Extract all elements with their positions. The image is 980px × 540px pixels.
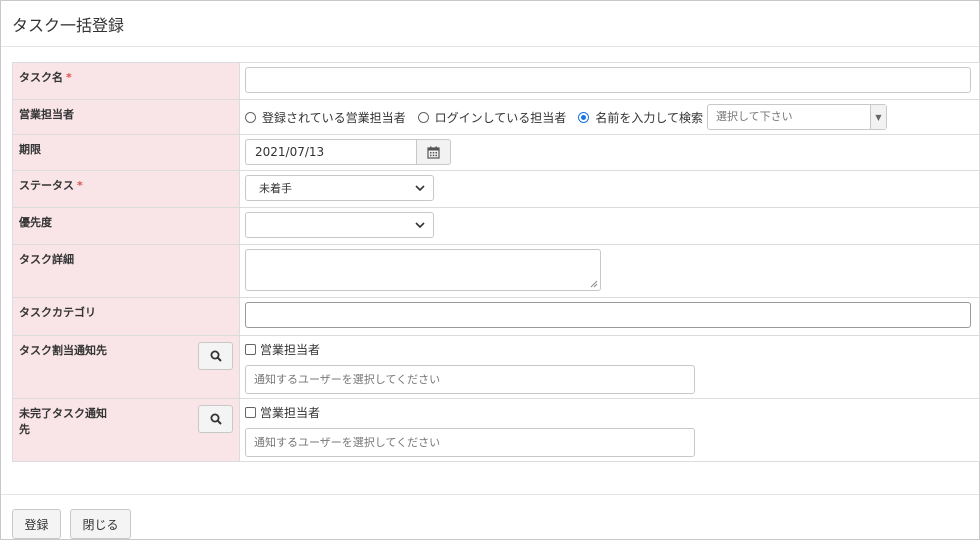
task-category-input[interactable] [245, 302, 971, 328]
task-form: タスク名 * 営業担当者 登録されている営業担当者 ログインしている担当者 名前… [12, 62, 980, 462]
dropdown-arrow-icon[interactable]: ▼ [869, 105, 886, 129]
priority-select[interactable] [245, 212, 434, 238]
row-priority: 優先度 [12, 207, 980, 245]
incomplete-notify-search-button[interactable] [198, 405, 233, 433]
incomplete-notify-checkbox[interactable] [245, 406, 256, 418]
radio-circle-selected[interactable] [578, 111, 590, 123]
row-status: ステータス * 未着手 [12, 170, 980, 208]
row-task-category: タスクカテゴリ [12, 297, 980, 336]
incomplete-notify-user-input[interactable]: 通知するユーザーを選択してください [245, 428, 695, 457]
assign-notify-checkbox[interactable] [245, 343, 256, 355]
sales-owner-label: 営業担当者 [19, 108, 74, 121]
radio-registered-owner[interactable]: 登録されている営業担当者 [245, 109, 406, 126]
row-incomplete-notify: 未完了タスク通知 先 営業担当者 通知するユーザーを選択してください [12, 398, 980, 462]
incomplete-notify-label-line2: 先 [19, 423, 30, 436]
close-button[interactable]: 閉じる [70, 509, 131, 539]
owner-search-combobox[interactable]: 選択して下さい ▼ [706, 104, 887, 130]
task-name-label: タスク名 [19, 71, 63, 84]
chevron-down-icon [415, 185, 425, 191]
status-select[interactable]: 未着手 [245, 175, 434, 201]
task-category-label: タスクカテゴリ [19, 306, 96, 319]
label-cell: タスク詳細 [12, 244, 240, 298]
checkbox-label: 営業担当者 [260, 405, 321, 420]
register-button[interactable]: 登録 [12, 509, 61, 539]
label-cell: タスク割当通知先 [12, 335, 240, 399]
label-cell: ステータス * [12, 170, 240, 208]
row-task-name: タスク名 * [12, 62, 980, 100]
assign-notify-checkbox-row: 営業担当者 [245, 340, 974, 358]
required-mark: * [66, 71, 72, 84]
radio-label: 登録されている営業担当者 [262, 110, 406, 125]
value-cell: 登録されている営業担当者 ログインしている担当者 名前を入力して検索 選択して下… [239, 99, 980, 135]
value-cell [239, 62, 980, 100]
due-date-label: 期限 [19, 143, 41, 156]
radio-label: 名前を入力して検索 [595, 110, 703, 125]
task-name-input[interactable] [245, 67, 971, 93]
search-icon [210, 350, 222, 362]
dialog-header: タスク一括登録 [1, 1, 979, 47]
incomplete-notify-label-line1: 未完了タスク通知 [19, 407, 107, 420]
task-detail-textarea[interactable] [245, 249, 601, 291]
value-cell: 未着手 [239, 170, 980, 208]
required-mark: * [77, 179, 83, 192]
radio-label: ログインしている担当者 [434, 110, 567, 125]
radio-logged-in-owner[interactable]: ログインしている担当者 [417, 109, 567, 126]
radio-search-by-name[interactable]: 名前を入力して検索 [578, 109, 703, 126]
status-label: ステータス [19, 179, 74, 192]
radio-circle[interactable] [417, 111, 429, 123]
calendar-icon [427, 146, 440, 159]
sales-owner-radio-group: 登録されている営業担当者 ログインしている担当者 名前を入力して検索 選択して下… [245, 104, 974, 130]
calendar-button[interactable] [416, 139, 451, 165]
assign-notify-user-input[interactable]: 通知するユーザーを選択してください [245, 365, 695, 394]
assign-notify-label: タスク割当通知先 [19, 344, 107, 357]
label-cell: 期限 [12, 134, 240, 171]
row-assign-notify: タスク割当通知先 営業担当者 通知するユーザーを選択してください [12, 335, 980, 399]
label-cell: 営業担当者 [12, 99, 240, 135]
row-task-detail: タスク詳細 [12, 244, 980, 298]
radio-circle[interactable] [245, 111, 256, 123]
incomplete-notify-checkbox-row: 営業担当者 [245, 403, 974, 421]
value-cell [239, 244, 980, 298]
due-date-picker: 2021/07/13 [245, 139, 451, 165]
due-date-input[interactable]: 2021/07/13 [245, 139, 416, 165]
label-cell: 未完了タスク通知 先 [12, 398, 240, 462]
assign-notify-search-button[interactable] [198, 342, 233, 370]
chevron-down-icon [415, 222, 425, 228]
dialog-window: タスク一括登録 タスク名 * 営業担当者 登録されている営業担当者 ログインして… [0, 0, 980, 540]
combobox-placeholder: 選択して下さい [715, 110, 793, 123]
label-cell: 優先度 [12, 207, 240, 245]
value-cell: 2021/07/13 [239, 134, 980, 171]
status-selected-value: 未着手 [259, 182, 292, 195]
row-sales-owner: 営業担当者 登録されている営業担当者 ログインしている担当者 名前を入力して検索 [12, 99, 980, 135]
resize-grip-icon[interactable] [590, 280, 598, 288]
dialog-title: タスク一括登録 [12, 16, 125, 35]
label-cell: タスク名 * [12, 62, 240, 100]
dialog-footer: 登録 閉じる [1, 494, 979, 540]
checkbox-label: 営業担当者 [260, 342, 321, 357]
label-cell: タスクカテゴリ [12, 297, 240, 336]
value-cell: 営業担当者 通知するユーザーを選択してください [239, 398, 980, 462]
search-icon [210, 413, 222, 425]
task-detail-label: タスク詳細 [19, 253, 74, 266]
priority-label: 優先度 [19, 216, 52, 229]
value-cell [239, 297, 980, 336]
value-cell: 営業担当者 通知するユーザーを選択してください [239, 335, 980, 399]
value-cell [239, 207, 980, 245]
row-due-date: 期限 2021/07/13 [12, 134, 980, 171]
